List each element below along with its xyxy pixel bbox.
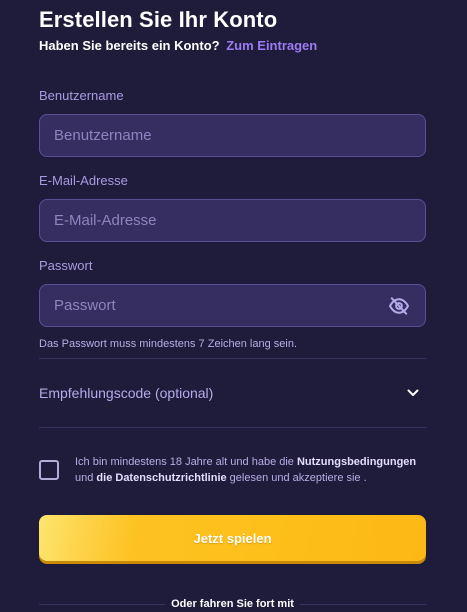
password-label: Passwort xyxy=(39,258,93,273)
signin-prompt-row: Haben Sie bereits ein Konto? Zum Eintrag… xyxy=(39,37,426,55)
play-now-label: Jetzt spielen xyxy=(193,530,272,546)
divider-line-left xyxy=(39,603,166,605)
username-input[interactable] xyxy=(52,126,413,145)
username-field-wrapper xyxy=(39,114,426,157)
page-title: Erstellen Sie Ihr Konto xyxy=(39,7,278,32)
alternative-login-divider: Oder fahren Sie fort mit xyxy=(39,597,427,611)
divider-line-right xyxy=(299,603,427,605)
chevron-down-icon xyxy=(406,386,420,400)
privacy-policy-link[interactable]: die Datenschutzrichtlinie xyxy=(96,472,226,484)
terms-text-part: Ich bin mindestens 18 Jahre alt und habe… xyxy=(75,456,297,468)
terms-checkbox[interactable] xyxy=(39,460,59,480)
password-input[interactable] xyxy=(52,296,387,315)
password-field-wrapper xyxy=(39,284,426,327)
play-now-button[interactable]: Jetzt spielen xyxy=(39,515,426,561)
terms-of-use-link[interactable]: Nutzungsbedingungen xyxy=(297,456,416,468)
terms-text: Ich bin mindestens 18 Jahre alt und habe… xyxy=(75,454,426,486)
email-label: E-Mail-Adresse xyxy=(39,173,128,188)
signup-page: Erstellen Sie Ihr Konto Haben Sie bereit… xyxy=(0,0,467,612)
terms-text-part: gelesen und akzeptiere sie . xyxy=(226,472,367,484)
signin-link[interactable]: Zum Eintragen xyxy=(226,38,317,53)
divider xyxy=(39,427,426,428)
button-shine xyxy=(39,515,129,561)
alternative-login-label: Oder fahren Sie fort mit xyxy=(171,598,294,610)
terms-text-part: und xyxy=(75,472,97,484)
email-field-wrapper xyxy=(39,199,426,242)
eye-off-icon[interactable] xyxy=(387,295,411,317)
referral-code-toggle[interactable]: Empfehlungscode (optional) xyxy=(39,359,426,427)
username-label: Benutzername xyxy=(39,88,124,103)
email-input[interactable] xyxy=(52,211,413,230)
referral-code-label: Empfehlungscode (optional) xyxy=(39,385,214,401)
terms-row: Ich bin mindestens 18 Jahre alt und habe… xyxy=(39,454,426,486)
password-hint: Das Passwort muss mindestens 7 Zeichen l… xyxy=(39,338,298,350)
signin-prompt-text: Haben Sie bereits ein Konto? xyxy=(39,38,220,53)
